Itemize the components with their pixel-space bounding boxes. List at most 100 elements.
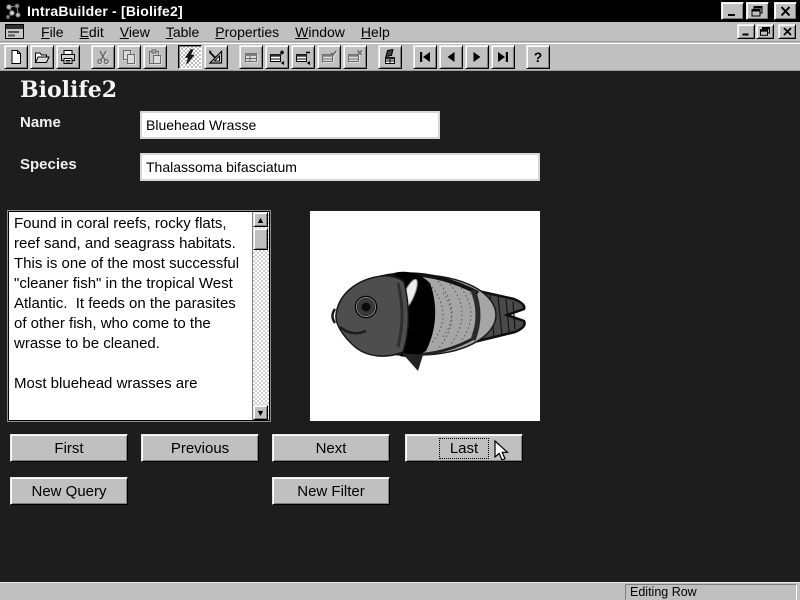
- save-row-icon: [321, 49, 337, 65]
- fish-image: [310, 211, 540, 421]
- previous-record-icon: [443, 49, 459, 65]
- last-button[interactable]: Last: [405, 434, 523, 462]
- bluehead-wrasse-illustration: [310, 211, 540, 421]
- refresh-rowset-button[interactable]: [378, 45, 402, 69]
- menu-view-label: View: [120, 24, 150, 40]
- menu-edit[interactable]: Edit: [72, 23, 112, 41]
- previous-record-button[interactable]: [439, 45, 463, 69]
- mdi-close-button[interactable]: [778, 24, 796, 39]
- app-icon[interactable]: [5, 3, 22, 20]
- next-record-button[interactable]: [465, 45, 489, 69]
- copy-icon: [121, 49, 137, 65]
- status-text: Editing Row: [630, 585, 697, 599]
- mdi-restore-button[interactable]: [756, 24, 774, 39]
- help-icon: ?: [534, 49, 543, 65]
- window-title: IntraBuilder - [Biolife2]: [27, 3, 719, 19]
- mdi-document-icon[interactable]: [5, 24, 25, 40]
- minimize-icon: [726, 6, 739, 17]
- restore-icon: [760, 27, 771, 36]
- first-button-label: First: [44, 439, 93, 458]
- menu-help-label: Help: [361, 24, 390, 40]
- previous-button[interactable]: Previous: [141, 434, 259, 462]
- menu-table-label: Table: [166, 24, 199, 40]
- run-form-lightning-icon: [182, 49, 198, 65]
- menu-window-label: Window: [295, 24, 345, 40]
- restore-icon: [751, 6, 764, 17]
- new-document-button[interactable]: [4, 45, 28, 69]
- up-arrow-icon: ▲: [256, 215, 265, 225]
- new-query-button-label: New Query: [21, 482, 116, 501]
- status-panel: Editing Row: [625, 584, 797, 600]
- minimize-icon: [741, 27, 752, 36]
- cut-icon: [95, 49, 111, 65]
- table-grid-button[interactable]: [239, 45, 263, 69]
- first-record-icon: [417, 49, 433, 65]
- close-icon: [779, 6, 792, 17]
- form-heading: Biolife2: [20, 77, 117, 103]
- last-button-label: Last: [440, 439, 488, 458]
- description-textarea[interactable]: Found in coral reefs, rocky flats, reef …: [8, 211, 270, 421]
- next-button-label: Next: [306, 439, 357, 458]
- toolbar: ?: [0, 43, 800, 71]
- description-scrollbar[interactable]: ▲ ▼: [252, 212, 269, 420]
- species-input[interactable]: [140, 153, 540, 181]
- design-mode-icon: [208, 49, 224, 65]
- menu-help[interactable]: Help: [353, 23, 398, 41]
- print-icon: [60, 49, 76, 65]
- abandon-row-button[interactable]: [343, 45, 367, 69]
- abandon-row-icon: [347, 49, 363, 65]
- paste-icon: [147, 49, 163, 65]
- species-label: Species: [20, 156, 77, 173]
- open-folder-icon: [34, 49, 50, 65]
- menubar: File Edit View Table Properties Window H…: [0, 22, 800, 42]
- last-record-button[interactable]: [491, 45, 515, 69]
- append-row-button[interactable]: [265, 45, 289, 69]
- save-row-button[interactable]: [317, 45, 341, 69]
- design-mode-button[interactable]: [204, 45, 228, 69]
- new-filter-button-label: New Filter: [287, 482, 375, 501]
- menu-table[interactable]: Table: [158, 23, 207, 41]
- previous-button-label: Previous: [161, 439, 239, 458]
- titlebar: IntraBuilder - [Biolife2]: [0, 0, 800, 22]
- scrollbar-thumb[interactable]: [253, 228, 268, 250]
- statusbar: Editing Row: [0, 582, 800, 600]
- table-grid-icon: [243, 49, 259, 65]
- app-window: IntraBuilder - [Biolife2]: [0, 0, 800, 600]
- scroll-up-button[interactable]: ▲: [253, 212, 268, 227]
- delete-row-button[interactable]: [291, 45, 315, 69]
- menu-file[interactable]: File: [33, 23, 72, 41]
- delete-row-icon: [295, 49, 311, 65]
- run-form-button[interactable]: [178, 45, 202, 69]
- first-button[interactable]: First: [10, 434, 128, 462]
- menu-file-label: File: [41, 24, 64, 40]
- form-window-icon: [5, 24, 25, 40]
- name-input[interactable]: [140, 111, 440, 139]
- print-button[interactable]: [56, 45, 80, 69]
- menu-window[interactable]: Window: [287, 23, 353, 41]
- close-icon: [782, 27, 793, 36]
- menu-edit-label: Edit: [80, 24, 104, 40]
- restore-button[interactable]: [746, 2, 769, 20]
- last-record-icon: [495, 49, 511, 65]
- next-button[interactable]: Next: [272, 434, 390, 462]
- new-query-button[interactable]: New Query: [10, 477, 128, 505]
- minimize-button[interactable]: [721, 2, 744, 20]
- next-record-icon: [469, 49, 485, 65]
- help-button[interactable]: ?: [526, 45, 550, 69]
- first-record-button[interactable]: [413, 45, 437, 69]
- new-document-icon: [8, 49, 24, 65]
- down-arrow-icon: ▼: [256, 408, 265, 418]
- copy-button[interactable]: [117, 45, 141, 69]
- menu-properties[interactable]: Properties: [207, 23, 287, 41]
- form-canvas: Biolife2 Name Species Found in coral ree…: [0, 71, 800, 582]
- mdi-minimize-button[interactable]: [737, 24, 755, 39]
- description-text: Found in coral reefs, rocky flats, reef …: [9, 212, 253, 420]
- open-folder-button[interactable]: [30, 45, 54, 69]
- scroll-down-button[interactable]: ▼: [253, 405, 268, 420]
- molecule-icon: [5, 3, 22, 20]
- menu-view[interactable]: View: [112, 23, 158, 41]
- close-button[interactable]: [774, 2, 797, 20]
- new-filter-button[interactable]: New Filter: [272, 477, 390, 505]
- paste-button[interactable]: [143, 45, 167, 69]
- cut-button[interactable]: [91, 45, 115, 69]
